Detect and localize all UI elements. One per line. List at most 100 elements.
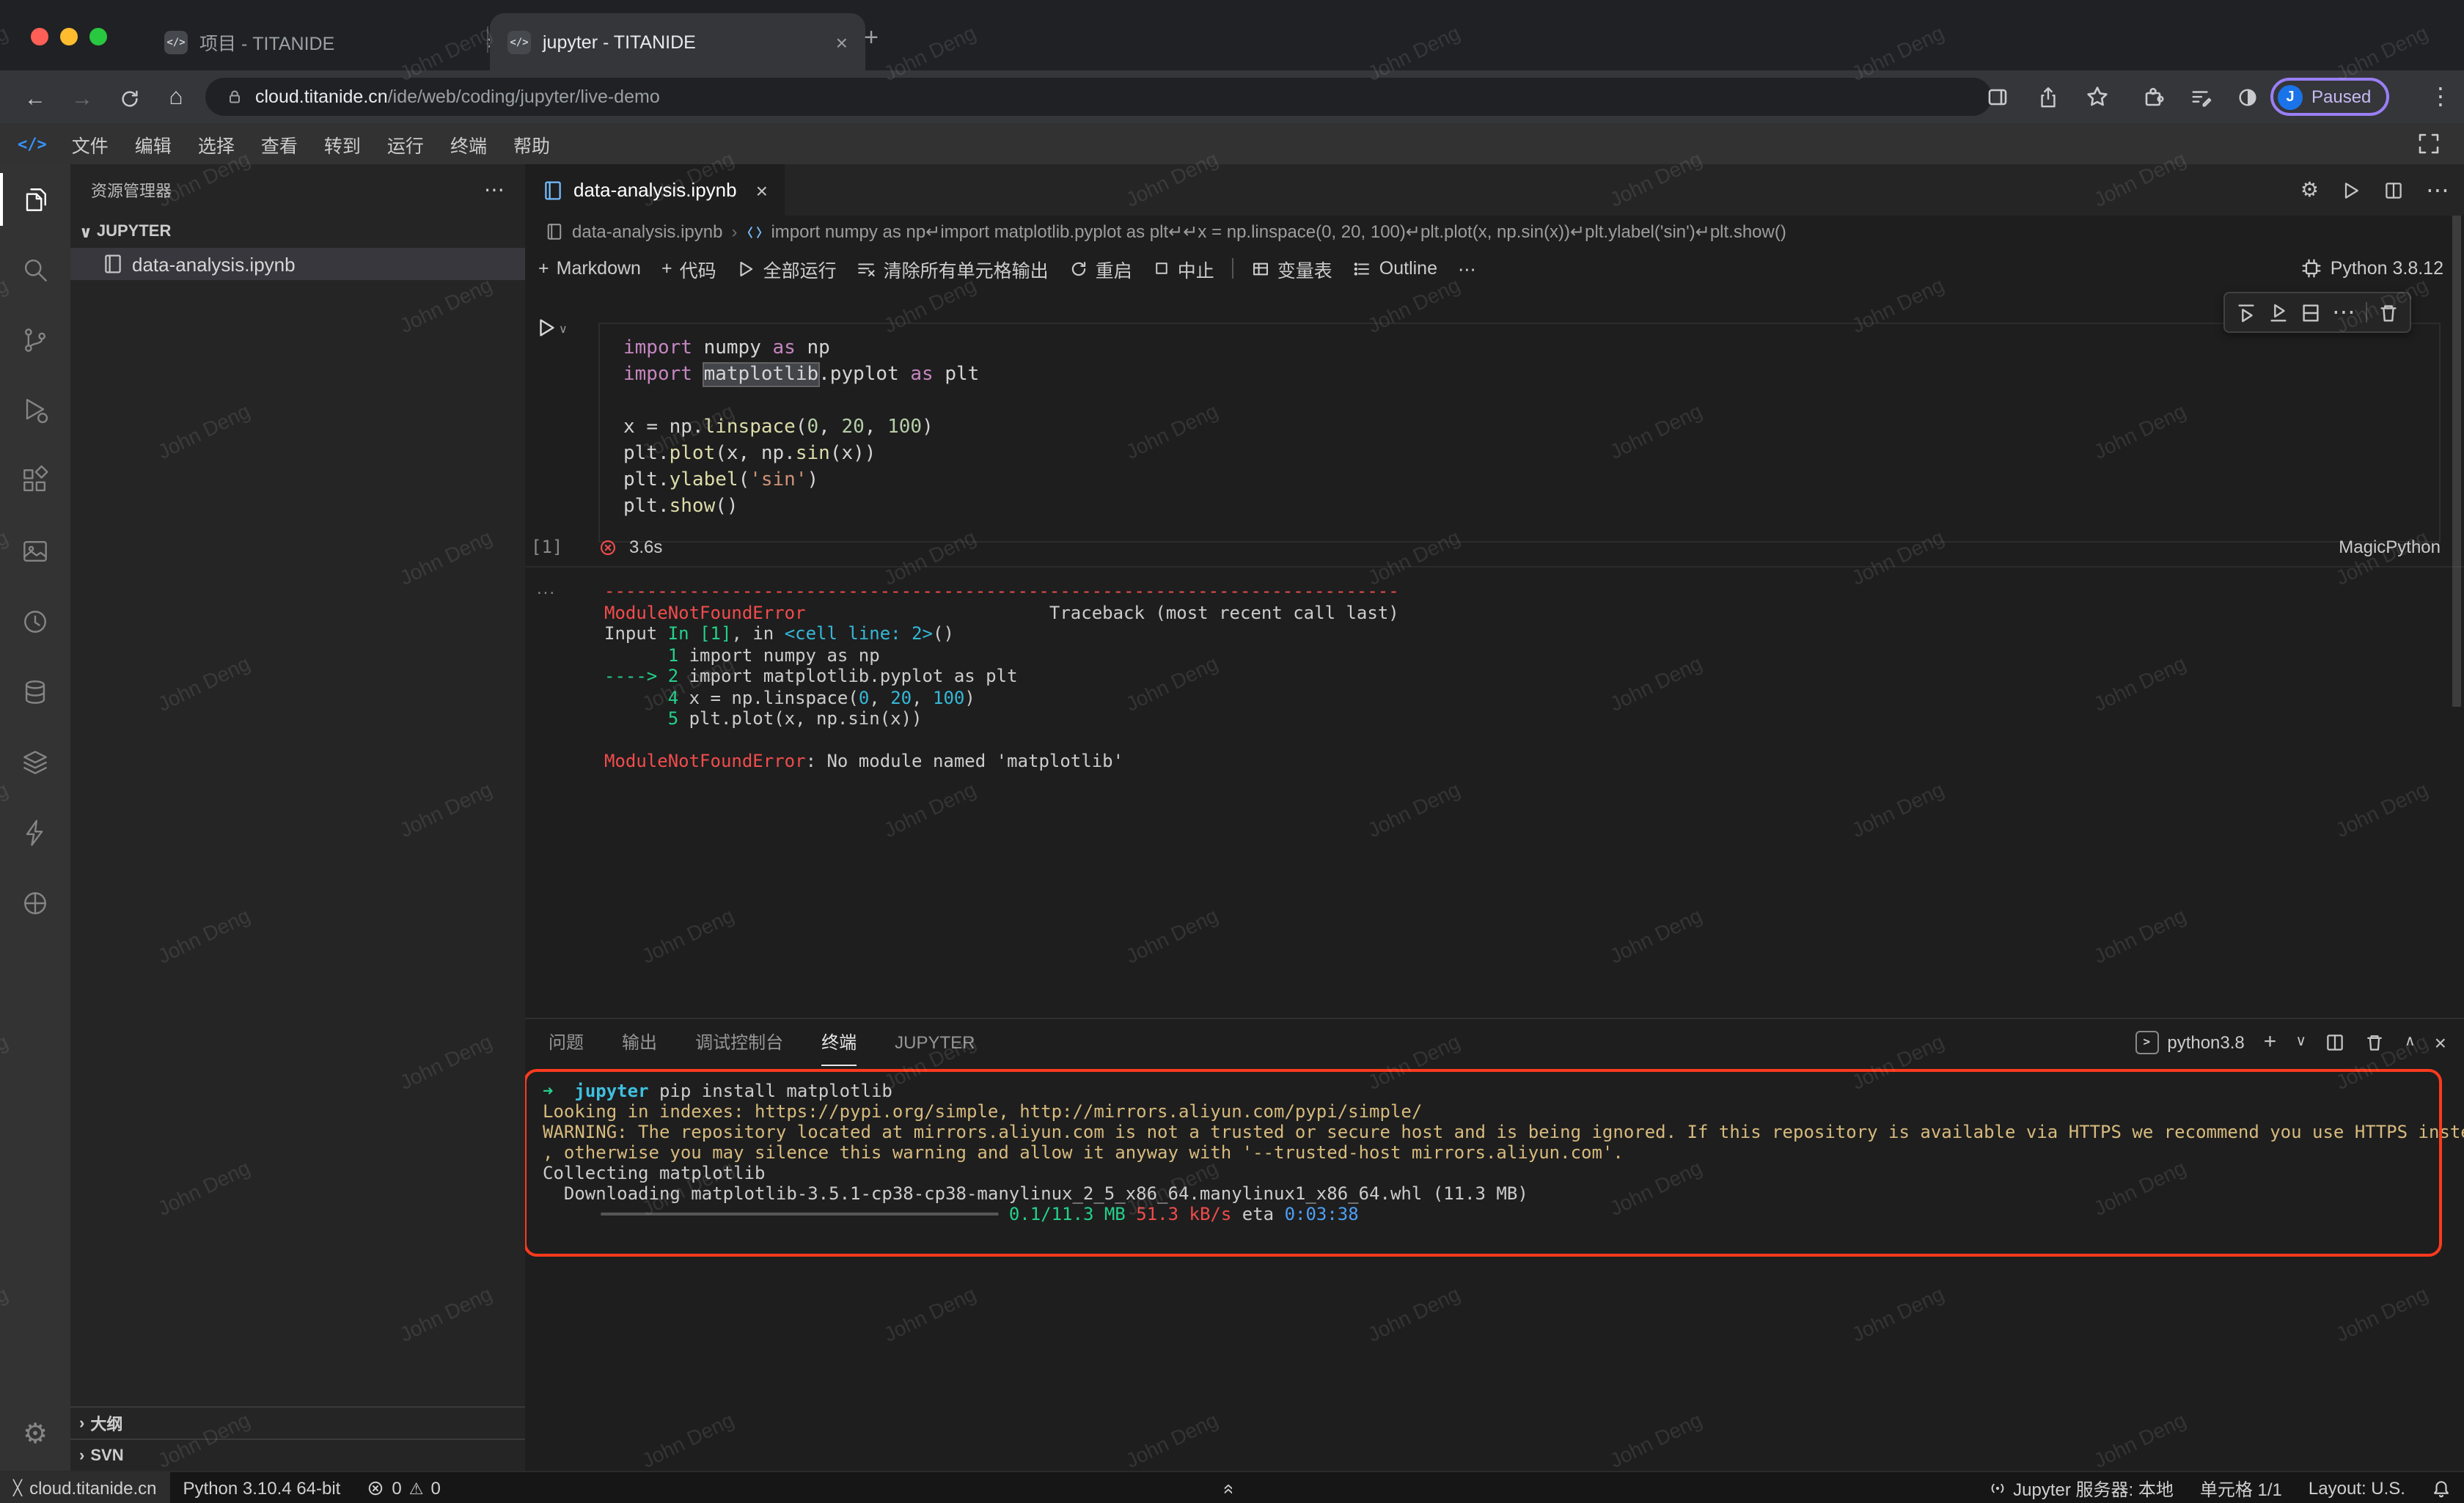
activity-explorer-icon[interactable] bbox=[0, 164, 70, 235]
outline-button[interactable]: Outline bbox=[1343, 251, 1448, 286]
reload-button[interactable] bbox=[111, 81, 147, 116]
window-close-button[interactable] bbox=[31, 28, 48, 45]
file-item-notebook[interactable]: data-analysis.ipynb bbox=[70, 248, 525, 280]
browser-tab-project[interactable]: </> 项目 - TITANIDE × bbox=[147, 13, 516, 70]
menu-edit[interactable]: 编辑 bbox=[122, 130, 185, 158]
delete-cell-icon[interactable] bbox=[2377, 301, 2399, 323]
menu-help[interactable]: 帮助 bbox=[500, 130, 563, 158]
share-icon[interactable] bbox=[2033, 82, 2062, 111]
cell-position-indicator[interactable]: 单元格 1/1 bbox=[2187, 1472, 2295, 1503]
tab-close-icon[interactable]: × bbox=[836, 30, 848, 54]
menu-view[interactable]: 查看 bbox=[248, 130, 311, 158]
keyboard-layout-indicator[interactable]: Layout: U.S. bbox=[2295, 1472, 2419, 1503]
activity-target-icon[interactable] bbox=[0, 868, 70, 938]
restore-panel-chevrons[interactable]: » bbox=[1222, 1472, 1232, 1503]
cell-code-editor[interactable]: import numpy as npimport matplotlib.pypl… bbox=[598, 323, 2441, 543]
run-all-button[interactable]: 全部运行 bbox=[727, 251, 847, 286]
window-minimize-button[interactable] bbox=[60, 28, 78, 45]
activity-layers-icon[interactable] bbox=[0, 727, 70, 798]
play-icon bbox=[535, 317, 557, 339]
menu-goto[interactable]: 转到 bbox=[311, 130, 374, 158]
back-button[interactable]: ← bbox=[18, 81, 53, 116]
panel-tab-debug-console[interactable]: 调试控制台 bbox=[695, 1019, 783, 1065]
toolbar-more-icon[interactable]: ⋯ bbox=[1448, 251, 1486, 286]
panel-tab-problems[interactable]: 问题 bbox=[549, 1019, 584, 1065]
restart-kernel-button[interactable]: 重启 bbox=[1059, 251, 1143, 286]
terminal-profile[interactable]: > python3.8 bbox=[2135, 1030, 2244, 1054]
add-markdown-button[interactable]: +Markdown bbox=[528, 251, 651, 286]
kernel-picker[interactable]: Python 3.8.12 bbox=[2301, 248, 2443, 289]
side-panel-icon[interactable] bbox=[1983, 82, 2012, 111]
activity-run-debug-icon[interactable] bbox=[0, 375, 70, 446]
menu-run[interactable]: 运行 bbox=[374, 130, 437, 158]
maximize-panel-icon[interactable]: ∧ bbox=[2405, 1034, 2416, 1050]
editor-tab-notebook[interactable]: data-analysis.ipynb × bbox=[525, 164, 785, 216]
activity-search-icon[interactable] bbox=[0, 235, 70, 305]
address-bar[interactable]: cloud.titanide.cn/ide/web/coding/jupyter… bbox=[205, 78, 1992, 116]
output-collapse-icon[interactable]: ... bbox=[537, 578, 556, 598]
remote-indicator[interactable]: ╳ cloud.titanide.cn bbox=[0, 1472, 170, 1503]
browser-menu-icon[interactable]: ⋮ bbox=[2426, 82, 2455, 111]
activity-database-icon[interactable] bbox=[0, 657, 70, 727]
split-terminal-icon[interactable] bbox=[2325, 1032, 2346, 1052]
activity-source-control-icon[interactable] bbox=[0, 305, 70, 375]
jupyter-server-indicator[interactable]: Jupyter 服务器: 本地 bbox=[1975, 1472, 2187, 1503]
terminal-content[interactable]: ➜ jupyter pip install matplotlibLooking … bbox=[543, 1081, 2464, 1224]
interrupt-button[interactable]: 中止 bbox=[1143, 251, 1225, 286]
bookmark-star-icon[interactable] bbox=[2083, 82, 2112, 111]
window-zoom-button[interactable] bbox=[89, 28, 107, 45]
notebook-settings-gear-icon[interactable]: ⚙ bbox=[2300, 177, 2319, 202]
editor-scrollbar[interactable] bbox=[2452, 216, 2461, 707]
editor-tab-bar: data-analysis.ipynb × ⚙ ⋯ bbox=[525, 164, 2464, 216]
cell-more-icon[interactable]: ⋯ bbox=[2332, 298, 2355, 327]
activity-extensions-icon[interactable] bbox=[0, 446, 70, 516]
split-editor-icon[interactable] bbox=[2383, 180, 2404, 200]
panel-tab-output[interactable]: 输出 bbox=[622, 1019, 657, 1065]
activity-timeline-icon[interactable] bbox=[0, 587, 70, 657]
chevron-right-icon: › bbox=[79, 1447, 84, 1465]
menu-terminal[interactable]: 终端 bbox=[437, 130, 500, 158]
editor-more-icon[interactable]: ⋯ bbox=[2426, 175, 2449, 205]
profile-chip[interactable]: J Paused bbox=[2270, 78, 2388, 116]
breadcrumb-file[interactable]: data-analysis.ipynb bbox=[572, 221, 722, 242]
panel-tab-terminal[interactable]: 终端 bbox=[821, 1018, 857, 1065]
python-interpreter[interactable]: Python 3.10.4 64-bit bbox=[170, 1472, 354, 1503]
home-button[interactable]: ⌂ bbox=[158, 81, 194, 116]
run-above-icon[interactable] bbox=[2235, 301, 2257, 323]
problems-indicator[interactable]: 0 ⚠ 0 bbox=[353, 1472, 454, 1503]
split-cell-icon[interactable] bbox=[2300, 301, 2322, 323]
sidebar-section-svn[interactable]: › SVN bbox=[70, 1438, 525, 1472]
menu-selection[interactable]: 选择 bbox=[185, 130, 248, 158]
new-tab-button[interactable]: + bbox=[854, 21, 889, 56]
run-below-icon[interactable] bbox=[2267, 301, 2289, 323]
chevron-right-icon: › bbox=[79, 1415, 84, 1433]
kill-terminal-icon[interactable] bbox=[2365, 1032, 2386, 1052]
fullscreen-icon[interactable] bbox=[2417, 132, 2441, 155]
notifications-bell-icon[interactable] bbox=[2419, 1472, 2464, 1503]
menu-file[interactable]: 文件 bbox=[59, 130, 122, 158]
extensions-puzzle-icon[interactable] bbox=[2138, 82, 2168, 111]
tab-close-icon[interactable]: × bbox=[756, 178, 768, 202]
variables-button[interactable]: 变量表 bbox=[1241, 251, 1343, 286]
breadcrumb-cell-preview[interactable]: import numpy as np↵import matplotlib.pyp… bbox=[771, 221, 1786, 242]
forward-button[interactable]: → bbox=[65, 81, 100, 116]
sidebar-section-outline[interactable]: › 大纲 bbox=[70, 1406, 525, 1440]
terminal-dropdown-icon[interactable]: ∨ bbox=[2295, 1034, 2306, 1050]
theme-toggle-icon[interactable] bbox=[2232, 82, 2262, 111]
notes-extension-icon[interactable] bbox=[2185, 82, 2215, 111]
url-host: cloud.titanide.cn bbox=[255, 87, 388, 107]
new-terminal-icon[interactable]: + bbox=[2264, 1029, 2277, 1054]
run-all-icon[interactable] bbox=[2341, 180, 2361, 200]
settings-gear-icon[interactable]: ⚙ bbox=[0, 1399, 70, 1469]
clear-outputs-button[interactable]: 清除所有单元格输出 bbox=[847, 251, 1059, 286]
browser-tab-jupyter[interactable]: </> jupyter - TITANIDE × bbox=[490, 13, 865, 70]
add-code-button[interactable]: +代码 bbox=[651, 251, 727, 286]
panel-tab-jupyter[interactable]: JUPYTER bbox=[895, 1019, 975, 1065]
close-panel-icon[interactable]: × bbox=[2435, 1030, 2446, 1054]
activity-preview-icon[interactable] bbox=[0, 516, 70, 587]
sidebar-section-jupyter[interactable]: ∨ JUPYTER bbox=[70, 216, 525, 248]
activity-power-icon[interactable] bbox=[0, 798, 70, 868]
run-cell-button[interactable]: ∨ bbox=[535, 317, 568, 339]
sidebar-more-icon[interactable]: ⋯ bbox=[484, 177, 505, 202]
cell-language-mode[interactable]: MagicPython bbox=[2339, 537, 2441, 557]
